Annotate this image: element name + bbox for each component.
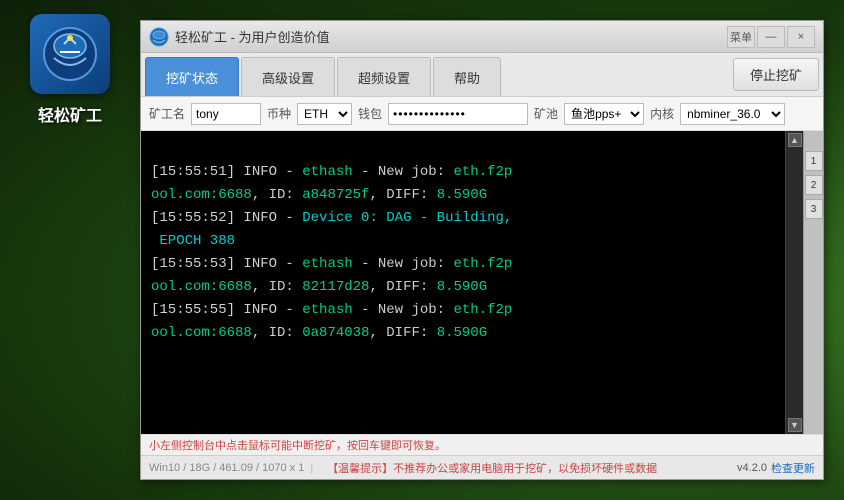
log-line-6: [15:55:53] INFO - ethash - New job: eth.…: [151, 254, 775, 275]
version-label: v4.2.0: [737, 462, 767, 474]
nav-bar: 挖矿状态 高级设置 超频设置 帮助 停止挖矿: [141, 53, 823, 97]
pool-label: 矿池: [534, 105, 558, 122]
window-title: 轻松矿工 - 为用户创造价值: [175, 27, 727, 46]
sys-info: Win10 / 18G / 461.09 / 1070 x 1: [149, 462, 304, 474]
log-line-7: ool.com:6688, ID: 82117d28, DIFF: 8.590G: [151, 277, 775, 298]
window-controls: 菜单 — ×: [727, 26, 815, 48]
log-line-4: [15:55:52] INFO - Device 0: DAG - Buildi…: [151, 208, 775, 229]
miner-name-input[interactable]: [191, 103, 261, 125]
log-line-2: [15:55:51] INFO - ethash - New job: eth.…: [151, 162, 775, 183]
log-area-wrapper: [15:55:51] INFO - ethash - New job: eth.…: [141, 131, 823, 434]
pool-select[interactable]: 鱼池pps+: [564, 103, 644, 125]
minimize-button[interactable]: —: [757, 26, 785, 48]
field-row: 矿工名 币种 ETH 钱包 矿池 鱼池pps+ 内核 nbminer_36.0: [141, 97, 823, 131]
stop-mining-button[interactable]: 停止挖矿: [733, 58, 819, 91]
wallet-input[interactable]: [388, 103, 528, 125]
tab-help[interactable]: 帮助: [433, 57, 501, 96]
app-icon-label: 轻松矿工: [38, 102, 102, 126]
side-panel: 1 2 3: [803, 131, 823, 434]
side-button-3[interactable]: 3: [805, 199, 823, 219]
miner-name-label: 矿工名: [149, 105, 185, 122]
status-warning: 【温馨提示】不推荐办公或家用电脑用于挖矿，以免损坏硬件或数据: [327, 460, 733, 476]
log-line-3: ool.com:6688, ID: a848725f, DIFF: 8.590G: [151, 185, 775, 206]
log-line-8: [15:55:55] INFO - ethash - New job: eth.…: [151, 300, 775, 321]
close-button[interactable]: ×: [787, 26, 815, 48]
scroll-down-button[interactable]: ▼: [788, 418, 802, 432]
side-button-1[interactable]: 1: [805, 151, 823, 171]
app-icon-background: [30, 14, 110, 94]
scroll-up-button[interactable]: ▲: [788, 133, 802, 147]
tab-advanced-settings[interactable]: 高级设置: [241, 57, 335, 96]
log-line-5: EPOCH 388: [151, 231, 775, 252]
log-area[interactable]: [15:55:51] INFO - ethash - New job: eth.…: [141, 131, 785, 434]
core-select[interactable]: nbminer_36.0: [680, 103, 785, 125]
coin-label: 币种: [267, 105, 291, 122]
hint-bar: 小左侧控制台中点击鼠标可能中断挖矿，按回车键即可恢复。: [141, 434, 823, 455]
check-update-link[interactable]: 检查更新: [771, 460, 815, 476]
nav-spacer: [503, 57, 733, 96]
app-icon-graphic: [40, 24, 100, 84]
title-bar: 轻松矿工 - 为用户创造价值 菜单 — ×: [141, 21, 823, 53]
coin-select[interactable]: ETH: [297, 103, 352, 125]
scroll-buttons: ▲ ▼: [785, 131, 803, 434]
hint-text: 小左侧控制台中点击鼠标可能中断挖矿，按回车键即可恢复。: [149, 440, 446, 452]
tab-mining-status[interactable]: 挖矿状态: [145, 57, 239, 96]
core-label: 内核: [650, 105, 674, 122]
side-button-2[interactable]: 2: [805, 175, 823, 195]
tab-overclock-settings[interactable]: 超频设置: [337, 57, 431, 96]
log-line-1: [151, 139, 775, 160]
title-icon: [149, 27, 169, 47]
status-bar: Win10 / 18G / 461.09 / 1070 x 1 | 【温馨提示】…: [141, 455, 823, 479]
log-line-9: ool.com:6688, ID: 0a874038, DIFF: 8.590G: [151, 323, 775, 344]
menu-button[interactable]: 菜单: [727, 26, 755, 48]
app-icon-area: 轻松矿工: [10, 10, 130, 130]
main-window: 轻松矿工 - 为用户创造价值 菜单 — × 挖矿状态 高级设置 超频设置 帮助 …: [140, 20, 824, 480]
wallet-label: 钱包: [358, 105, 382, 122]
